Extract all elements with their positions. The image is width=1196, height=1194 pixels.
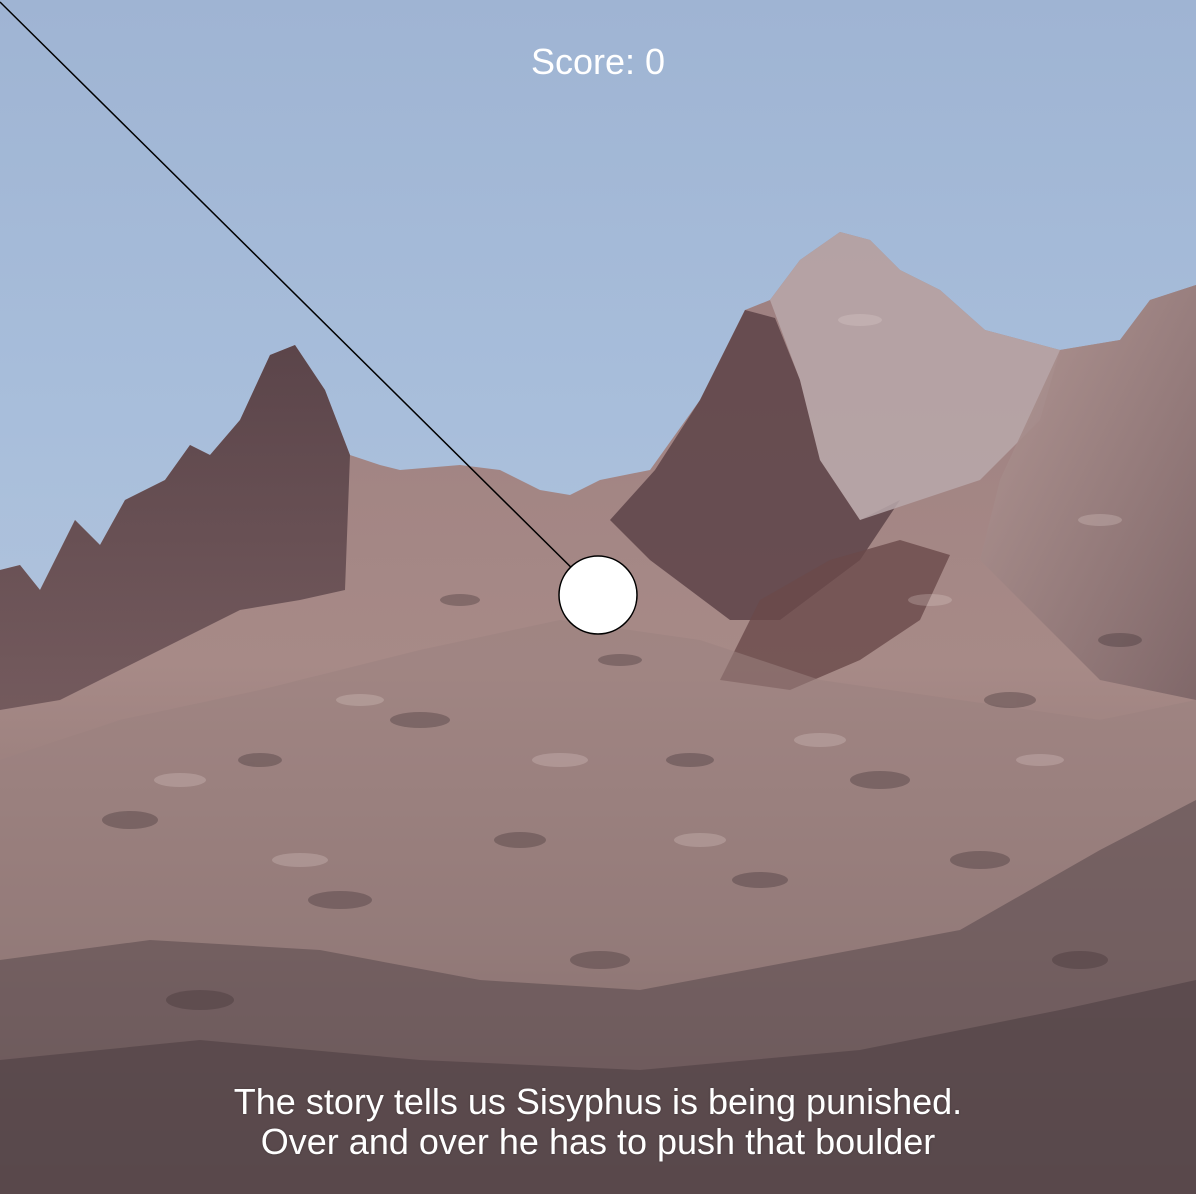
score-display: Score: 0	[530, 41, 666, 82]
caption-line-1: The story tells us Sisyphus is being pun…	[233, 1081, 963, 1122]
game-stage[interactable]: Score: 0 The story tells us Sisyphus is …	[0, 0, 1196, 1194]
mountain-background	[0, 1, 1196, 1194]
story-caption: The story tells us Sisyphus is being pun…	[0, 1082, 1196, 1162]
caption-line-2: Over and over he has to push that boulde…	[260, 1121, 936, 1162]
boulder-circle[interactable]	[558, 555, 638, 635]
